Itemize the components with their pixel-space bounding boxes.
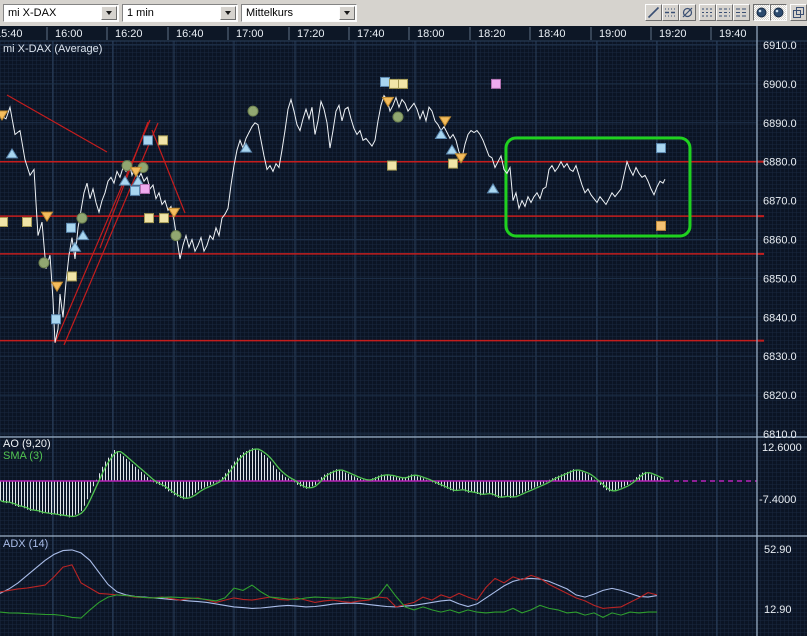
svg-text:16:20: 16:20 xyxy=(115,28,143,40)
chevron-down-icon xyxy=(344,11,350,18)
chevron-down-icon xyxy=(225,11,231,18)
marker-line-tool-button[interactable] xyxy=(662,4,679,21)
dash-rows-icon xyxy=(702,8,713,17)
dash-rows-icon xyxy=(736,8,747,17)
indicator-toggle-2-button[interactable] xyxy=(770,4,787,21)
svg-text:19:20: 19:20 xyxy=(659,28,687,40)
svg-text:19:00: 19:00 xyxy=(599,28,627,40)
hide-ellipse-tool-button[interactable] xyxy=(679,4,696,21)
chevron-down-icon xyxy=(106,11,112,18)
svg-text:15:40: 15:40 xyxy=(0,28,23,40)
svg-text:16:40: 16:40 xyxy=(176,28,204,40)
trendline-tool-button[interactable] xyxy=(645,4,662,21)
svg-text:6820.0: 6820.0 xyxy=(763,390,797,402)
filled-circle-icon xyxy=(756,7,767,18)
chart-canvas[interactable]: 6910.0 6900.0 6890.0 6880.0 6870.0 6860.0 6850… xyxy=(0,0,807,636)
svg-text:19:40: 19:40 xyxy=(719,28,747,40)
cascade-windows-icon xyxy=(793,7,804,18)
dashed-lines-style2-button[interactable] xyxy=(716,4,733,21)
dashed-lines-style1-button[interactable] xyxy=(699,4,716,21)
trendline-icon xyxy=(647,6,660,19)
instrument-select-arrow-button[interactable] xyxy=(101,6,117,20)
dash-rows-icon xyxy=(719,8,730,17)
svg-text:6840.0: 6840.0 xyxy=(763,312,797,324)
svg-text:17:00: 17:00 xyxy=(236,28,264,40)
trading-app-window: 6910.0 6900.0 6890.0 6880.0 6870.0 6860.0 6850… xyxy=(0,0,807,636)
indicator-toggle-1-button[interactable] xyxy=(753,4,770,21)
quote-type-select-arrow-button[interactable] xyxy=(339,6,355,20)
svg-text:17:20: 17:20 xyxy=(297,28,325,40)
svg-text:18:40: 18:40 xyxy=(538,28,566,40)
interval-select[interactable]: 1 min xyxy=(122,4,238,22)
svg-text:6910.0: 6910.0 xyxy=(763,40,797,52)
svg-text:6810.0: 6810.0 xyxy=(763,429,797,441)
svg-text:6890.0: 6890.0 xyxy=(763,118,797,130)
svg-text:6900.0: 6900.0 xyxy=(763,79,797,91)
svg-text:6880.0: 6880.0 xyxy=(763,157,797,169)
svg-text:6870.0: 6870.0 xyxy=(763,196,797,208)
svg-text:18:00: 18:00 xyxy=(417,28,445,40)
panel-backgrounds xyxy=(0,26,807,636)
toolbar: mi X-DAX 1 min Mittelkurs xyxy=(0,0,807,26)
svg-text:17:40: 17:40 xyxy=(357,28,385,40)
svg-text:6860.0: 6860.0 xyxy=(763,235,797,247)
svg-text:6850.0: 6850.0 xyxy=(763,273,797,285)
svg-text:16:00: 16:00 xyxy=(55,28,83,40)
cascade-windows-button[interactable] xyxy=(790,4,807,21)
quote-type-select[interactable]: Mittelkurs xyxy=(241,4,357,22)
no-ellipse-icon xyxy=(682,7,693,18)
svg-text:6830.0: 6830.0 xyxy=(763,351,797,363)
svg-text:18:20: 18:20 xyxy=(478,28,506,40)
interval-select-arrow-button[interactable] xyxy=(220,6,236,20)
dash-marker-line-icon xyxy=(665,8,676,17)
filled-circle-icon xyxy=(773,7,784,18)
dashed-lines-style3-button[interactable] xyxy=(733,4,750,21)
instrument-select[interactable]: mi X-DAX xyxy=(3,4,119,22)
